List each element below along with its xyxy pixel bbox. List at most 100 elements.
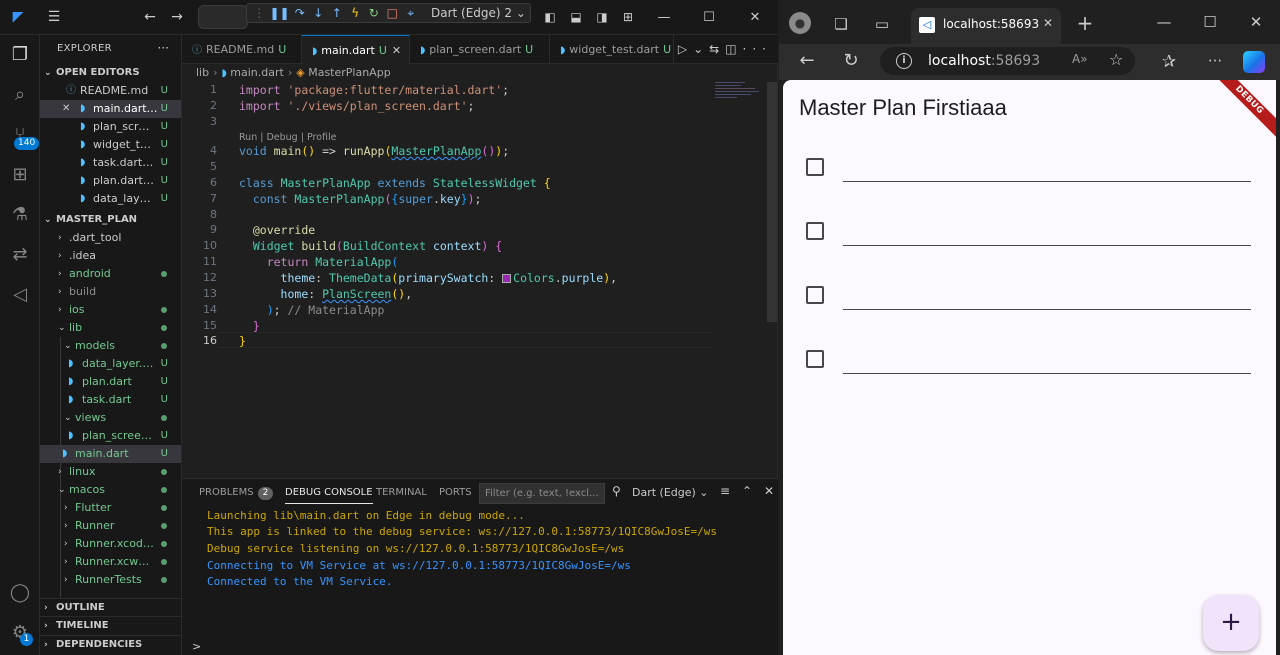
editor-actions[interactable]: ▷⌄⇆◫···	[678, 42, 772, 56]
tree-folder[interactable]: ›Runner.xcwork...	[40, 553, 181, 571]
close-tab-icon[interactable]: ✕	[1043, 16, 1053, 30]
tree-folder[interactable]: › android	[40, 265, 181, 283]
settings-more-icon[interactable]: ···	[1203, 49, 1227, 73]
devtools-icon[interactable]: ⌖	[403, 4, 420, 22]
flutter-icon[interactable]: ◁	[6, 281, 34, 309]
tree-folder[interactable]: ⌄ models	[40, 337, 181, 355]
breadcrumb[interactable]: lib › ◗ main.dart › ◈ MasterPlanApp	[196, 66, 391, 82]
close-panel-icon[interactable]: ✕	[764, 484, 774, 498]
add-task-fab[interactable]: +	[1203, 595, 1259, 651]
browser-tab[interactable]: ◁ localhost:58693 ✕	[911, 8, 1061, 44]
tree-file[interactable]: ◗ task.dart U	[40, 391, 181, 409]
editor-scrollbar[interactable]	[767, 82, 777, 322]
forward-icon[interactable]: →	[168, 8, 186, 26]
open-editor-item[interactable]: ⓘ README.md U	[40, 82, 181, 100]
task-text-field[interactable]	[843, 274, 1251, 310]
tab-main-dart[interactable]: ◗ main.dart U ✕	[302, 35, 410, 64]
favorites-icon[interactable]: ✰	[1157, 50, 1181, 74]
clear-console-icon[interactable]: ≡	[720, 484, 730, 498]
favorite-star-icon[interactable]: ☆	[1109, 50, 1123, 69]
color-swatch-icon[interactable]	[502, 274, 512, 283]
workspaces-icon[interactable]: ❏	[829, 12, 853, 36]
tree-folder[interactable]: › .dart_tool	[40, 229, 181, 247]
extensions-icon[interactable]: ⊞	[6, 161, 34, 189]
more-actions-icon[interactable]: ···	[158, 41, 169, 55]
debug-session-select[interactable]: Dart (Edge) ⌄	[632, 484, 709, 502]
remote-explorer-icon[interactable]: ⇄	[6, 241, 34, 269]
open-editor-item[interactable]: ◗data_layer....U	[40, 190, 181, 208]
task-checkbox[interactable]	[806, 350, 824, 368]
task-checkbox[interactable]	[806, 222, 824, 240]
filter-icon[interactable]: ⚲	[612, 484, 621, 498]
open-editor-item[interactable]: ◗plan_scree...U	[40, 118, 181, 136]
task-text-field[interactable]	[843, 146, 1251, 182]
address-bar[interactable]: i localhost:58693 A» ☆	[880, 47, 1135, 75]
task-checkbox[interactable]	[806, 286, 824, 304]
tree-folder[interactable]: ⌄ views	[40, 409, 181, 427]
explorer-icon[interactable]: ❐	[6, 41, 34, 69]
maximize-panel-icon[interactable]: ⌃	[742, 484, 752, 498]
tree-folder[interactable]: ⌄ lib	[40, 319, 181, 337]
step-into-icon[interactable]: ↓	[310, 4, 327, 22]
debug-config-select[interactable]: Dart (Edge) 2 ⌄	[427, 6, 530, 20]
open-editor-item[interactable]: ◗task.dart li...U	[40, 154, 181, 172]
maximize-icon[interactable]: ☐	[1198, 10, 1222, 34]
toggle-sidebar-icon[interactable]: ◧	[541, 8, 559, 26]
tree-folder[interactable]: › ios	[40, 301, 181, 319]
back-icon[interactable]: ←	[141, 8, 159, 26]
hot-reload-icon[interactable]: ϟ	[347, 4, 364, 22]
project-header[interactable]: ⌄ MASTER_PLAN	[40, 211, 181, 229]
new-tab-icon[interactable]: +	[1073, 11, 1097, 35]
drag-handle-icon[interactable]: ⋮	[251, 4, 268, 22]
tab-readme[interactable]: ⓘ README.md U	[182, 35, 302, 64]
back-icon[interactable]: ←	[795, 49, 819, 73]
task-text-field[interactable]	[843, 338, 1251, 374]
step-over-icon[interactable]: ↷	[292, 4, 309, 22]
timeline-header[interactable]: › TIMELINE	[40, 616, 181, 634]
open-editors-header[interactable]: ⌄ OPEN EDITORS	[40, 64, 181, 82]
close-window-icon[interactable]: ✕	[745, 8, 765, 28]
refresh-icon[interactable]: ↻	[839, 49, 863, 73]
tab-plan-screen[interactable]: ◗ plan_screen.dart U	[410, 35, 550, 64]
read-aloud-icon[interactable]: A»	[1072, 52, 1088, 66]
search-icon[interactable]: ⌕	[6, 81, 34, 109]
tree-file-selected[interactable]: ◗ main.dart U	[40, 445, 181, 463]
tree-folder[interactable]: › linux	[40, 463, 181, 481]
menu-icon[interactable]: ☰	[45, 8, 63, 26]
tab-problems[interactable]: PROBLEMS 2	[199, 486, 274, 504]
restart-icon[interactable]: ↻	[366, 4, 383, 22]
tree-file[interactable]: ◗plan_screen.d...U	[40, 427, 181, 445]
step-out-icon[interactable]: ↑	[329, 4, 346, 22]
tab-ports[interactable]: PORTS	[439, 486, 472, 504]
tab-widget-test[interactable]: ◗ widget_test.dart U	[550, 35, 674, 64]
toggle-secondary-sidebar-icon[interactable]: ◨	[593, 8, 611, 26]
outline-header[interactable]: › OUTLINE	[40, 598, 181, 616]
customize-layout-icon[interactable]: ⊞	[619, 8, 637, 26]
testing-icon[interactable]: ⚗	[6, 201, 34, 229]
tab-debug-console[interactable]: DEBUG CONSOLE	[285, 486, 373, 504]
tab-terminal[interactable]: TERMINAL	[376, 486, 427, 504]
tree-folder[interactable]: ⌄ macos	[40, 481, 181, 499]
profile-avatar-icon[interactable]: ●	[789, 12, 811, 34]
task-checkbox[interactable]	[806, 158, 824, 176]
minimize-icon[interactable]: —	[654, 8, 674, 28]
tree-file[interactable]: ◗ plan.dart U	[40, 373, 181, 391]
command-center[interactable]	[198, 5, 248, 29]
stop-icon[interactable]: □	[384, 4, 401, 22]
tree-folder[interactable]: › Runner.xcode...	[40, 535, 181, 553]
close-icon[interactable]: ✕	[62, 100, 70, 118]
code-editor[interactable]: 1 2 3 4 5 6 7 8 9 10 11 12 13 14 15 16 i…	[182, 82, 778, 478]
console-input-prompt[interactable]: >	[182, 638, 778, 655]
open-editor-item[interactable]: ✕ ◗main.dart libU	[40, 100, 181, 118]
close-window-icon[interactable]: ✕	[1244, 10, 1268, 34]
dependencies-header[interactable]: › DEPENDENCIES	[40, 635, 181, 653]
task-text-field[interactable]	[843, 210, 1251, 246]
toggle-panel-icon[interactable]: ⬓	[567, 8, 585, 26]
tab-actions-icon[interactable]: ▭	[870, 12, 894, 36]
close-tab-icon[interactable]: ✕	[392, 44, 401, 57]
tree-folder[interactable]: › RunnerTests	[40, 571, 181, 589]
tree-folder[interactable]: › build	[40, 283, 181, 301]
tree-folder[interactable]: › Runner	[40, 517, 181, 535]
maximize-icon[interactable]: ☐	[699, 8, 719, 28]
copilot-icon[interactable]	[1243, 51, 1265, 73]
